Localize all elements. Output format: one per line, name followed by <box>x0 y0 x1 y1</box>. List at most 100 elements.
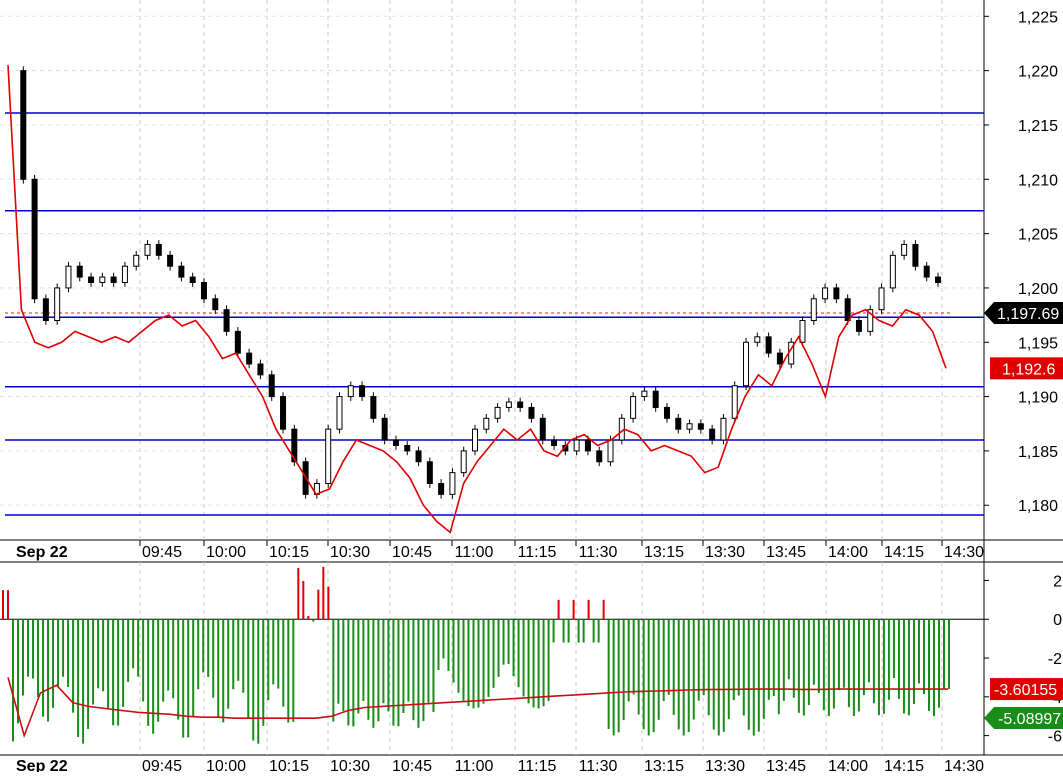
time-axis-label: 14:15 <box>884 758 924 772</box>
histogram-bar <box>107 619 110 709</box>
candle-body <box>663 406 670 419</box>
histogram-bar <box>217 619 220 718</box>
histogram-bar <box>67 619 70 687</box>
histogram-bar <box>12 619 15 742</box>
candle-body <box>133 254 140 267</box>
histogram-bar <box>362 619 365 701</box>
histogram-bar <box>622 619 625 721</box>
histogram-bar <box>732 619 735 701</box>
histogram-bar <box>22 619 25 696</box>
histogram-bar <box>167 619 170 691</box>
candle-body <box>675 417 682 430</box>
histogram-bar <box>72 619 75 713</box>
time-axis-label: 10:15 <box>269 544 309 561</box>
histogram-bar <box>417 619 420 728</box>
histogram-bar <box>172 619 175 699</box>
histogram-bar <box>437 619 440 671</box>
histogram-bar <box>302 581 305 620</box>
histogram-bar <box>207 619 210 678</box>
histogram-bar <box>62 619 65 677</box>
histogram-bar <box>892 619 895 678</box>
price-axis-tick-label: 1,215 <box>1018 118 1058 135</box>
histogram-bar <box>522 619 525 697</box>
histogram-bar <box>517 619 520 688</box>
oscillator-axis-tick-label: 0 <box>1053 612 1062 629</box>
histogram-bar <box>942 619 945 689</box>
time-axis-label: 10:15 <box>269 758 309 772</box>
candle-body <box>167 254 174 267</box>
candle-body <box>426 461 433 485</box>
histogram-bar <box>487 619 490 697</box>
histogram-bar <box>557 599 560 620</box>
histogram-bar <box>227 619 230 709</box>
candle-body <box>573 439 580 452</box>
time-axis-label: 11:15 <box>518 544 557 561</box>
histogram-bar <box>737 619 740 696</box>
histogram-bar <box>37 619 40 698</box>
histogram-bar <box>317 589 320 620</box>
time-axis-label: 13:45 <box>766 544 806 561</box>
histogram-bar <box>152 619 155 734</box>
histogram-bar <box>757 619 760 732</box>
histogram-bar <box>2 590 4 620</box>
histogram-bar <box>482 619 485 704</box>
histogram-bar <box>272 619 275 685</box>
histogram-bar <box>652 619 655 733</box>
histogram-bar <box>307 616 310 620</box>
candle-body <box>686 423 693 430</box>
candle-body <box>404 444 411 452</box>
histogram-bar <box>597 619 600 643</box>
histogram-bar <box>32 619 35 679</box>
histogram-bar <box>642 619 645 730</box>
candle-body <box>551 439 558 446</box>
histogram-bar <box>832 619 835 709</box>
candle-body <box>855 320 862 332</box>
histogram-bar <box>477 619 480 708</box>
histogram-bar <box>552 619 555 643</box>
histogram-bar <box>937 619 940 708</box>
candle-body <box>720 417 727 441</box>
histogram-bar <box>187 619 190 738</box>
histogram-bar <box>677 619 680 730</box>
histogram-bar <box>502 619 505 665</box>
histogram-bar <box>57 619 60 688</box>
price-axis-tick-label: 1,190 <box>1018 390 1058 407</box>
histogram-value-label: -5.08997 <box>998 711 1061 728</box>
candle-body <box>325 428 332 485</box>
time-axis-label: 13:30 <box>705 544 745 561</box>
candle-body <box>246 352 253 365</box>
time-axis-label: Sep 22 <box>16 758 68 772</box>
histogram-bar <box>277 619 280 689</box>
histogram-bar <box>47 619 50 722</box>
histogram-bar <box>867 619 870 683</box>
histogram-bar <box>87 619 90 729</box>
oscillator-axis-tick-label: 2 <box>1053 573 1062 590</box>
time-axis-label: 14:00 <box>828 758 868 772</box>
candle-body <box>878 287 885 311</box>
histogram-bar <box>337 619 340 704</box>
histogram-bar <box>682 619 685 736</box>
histogram-bar <box>492 619 495 688</box>
histogram-bar <box>192 619 195 717</box>
histogram-bar <box>707 619 710 716</box>
histogram-bar <box>797 619 800 713</box>
time-axis-label: 14:00 <box>828 544 868 561</box>
time-axis-label: 11:30 <box>579 758 618 772</box>
candle-body <box>923 265 930 278</box>
time-axis-label: 10:00 <box>206 544 246 561</box>
candle-body <box>234 330 241 354</box>
histogram-bar <box>572 599 575 620</box>
candle-body <box>200 281 207 300</box>
candle-body <box>494 406 501 419</box>
candle-body <box>189 276 196 283</box>
histogram-bar <box>247 619 250 719</box>
histogram-bar <box>897 619 900 699</box>
histogram-bar <box>77 619 80 737</box>
histogram-bar <box>647 619 650 736</box>
histogram-bar <box>817 619 820 693</box>
candle-body <box>483 417 490 430</box>
histogram-bar <box>887 619 890 700</box>
histogram-bar <box>792 619 795 698</box>
candle-body <box>596 450 603 463</box>
candle-body <box>178 265 185 278</box>
